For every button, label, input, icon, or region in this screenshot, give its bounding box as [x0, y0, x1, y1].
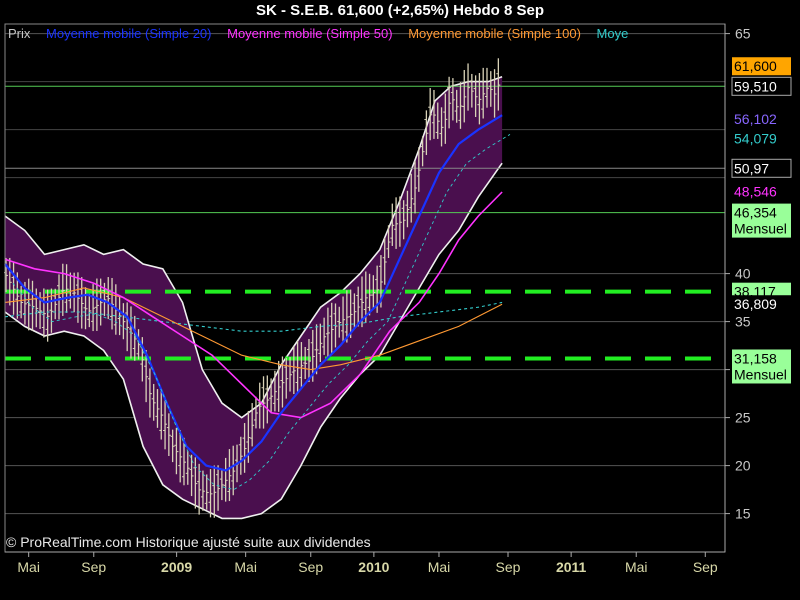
y-axis-ticks: 15202530354065 [725, 26, 751, 522]
y-tick-label: 20 [735, 458, 751, 474]
y-tick-label: 35 [735, 314, 751, 330]
price-tag: 61,600 [732, 57, 791, 76]
x-tick-label: Mai [17, 559, 40, 575]
legend-item-sma-extra: Moye [596, 26, 629, 41]
price-tag: 48,546 [732, 182, 791, 201]
x-tick-label: Sep [496, 559, 521, 575]
legend: Prix Moyenne mobile (Simple 20) Moyenne … [8, 26, 728, 41]
price-tag-value: 56,102 [734, 111, 777, 127]
x-tick-label: Mai [428, 559, 451, 575]
price-tag-value: 54,079 [734, 130, 777, 146]
x-tick-label: Mai [625, 559, 648, 575]
y-tick-label: 25 [735, 410, 751, 426]
legend-item-sma100: Moyenne mobile (Simple 100) [408, 26, 581, 41]
x-tick-label: 2011 [556, 559, 587, 575]
y-tick-label: 15 [735, 506, 751, 522]
price-tag: 36,809 [732, 295, 791, 314]
price-labels: 61,600 59,510 56,102 54,079 50,97 48,546 46,35… [731, 57, 792, 384]
x-tick-label: Sep [693, 559, 718, 575]
x-tick-label: Sep [81, 559, 106, 575]
price-tag-period: Mensuel [734, 221, 787, 237]
x-tick-label: Sep [298, 559, 323, 575]
legend-item-sma50: Moyenne mobile (Simple 50) [227, 26, 393, 41]
legend-item-sma20: Moyenne mobile (Simple 20) [46, 26, 212, 41]
price-tag: 31,158Mensuel [732, 349, 791, 384]
price-tag-value: 31,158 [734, 350, 777, 366]
price-tag-value: 59,510 [734, 78, 777, 94]
legend-item-price: Prix [8, 26, 31, 41]
y-tick-label: 40 [735, 266, 751, 282]
price-tag: 56,102 [732, 110, 791, 129]
price-tag: 46,354Mensuel [732, 203, 791, 238]
bollinger-band [4, 76, 503, 520]
x-axis-ticks: Mai Sep 2009 Mai Sep 2010 Mai Sep 2011 Mai Sep [17, 552, 718, 575]
price-tag: 59,510 [731, 76, 792, 96]
price-tag-value: 50,97 [734, 160, 769, 176]
price-tag-period: Mensuel [734, 366, 787, 382]
price-tag-value: 61,600 [734, 58, 777, 74]
copyright-notice: © ProRealTime.com Historique ajusté suit… [6, 534, 371, 550]
price-tag-value: 48,546 [734, 184, 777, 200]
x-tick-label: 2010 [358, 559, 389, 575]
price-tag-value: 36,809 [734, 296, 777, 312]
x-tick-label: Mai [234, 559, 257, 575]
price-tag-value: 46,354 [734, 205, 777, 221]
price-tag: 50,97 [731, 158, 792, 178]
y-tick-label: 65 [735, 26, 751, 42]
x-tick-label: 2009 [161, 559, 192, 575]
bollinger-fill [5, 76, 503, 519]
price-chart[interactable]: 15202530354065 MaiSep2009MaiSep2010MaiSe… [0, 0, 800, 600]
price-tag: 54,079 [732, 129, 791, 148]
